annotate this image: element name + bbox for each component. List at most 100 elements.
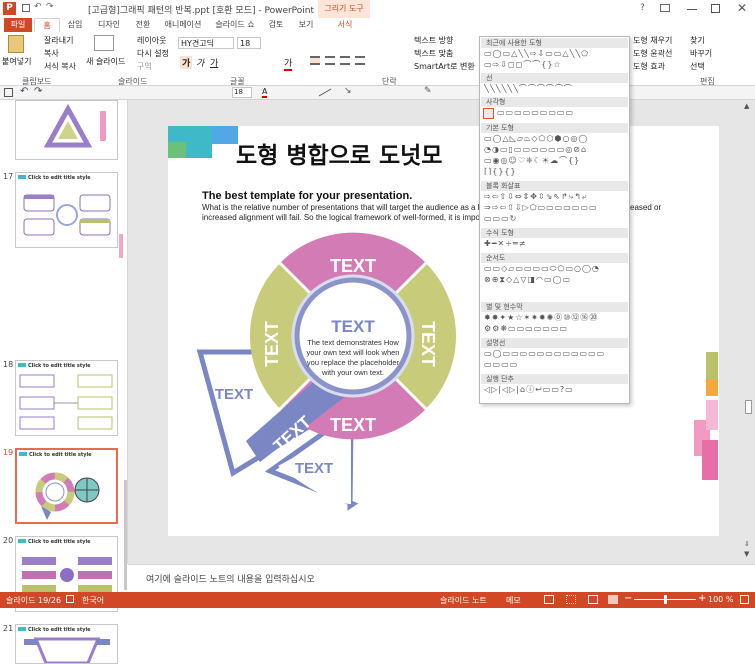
shape-row[interactable]: ▭▭▭▭▭▭▭▭▭ [497, 108, 625, 118]
format-painter-button[interactable]: 서식 복사 [44, 61, 76, 72]
slide-thumbnail-21[interactable]: Click to edit title style [15, 624, 118, 664]
slideshow-icon[interactable] [608, 595, 618, 604]
shape-fill-button[interactable]: 도형 채우기 [633, 35, 672, 46]
new-slide-icon[interactable] [94, 35, 114, 51]
shape-outline-button[interactable]: 도형 윤곽선 [633, 48, 672, 59]
normal-view-icon[interactable] [544, 595, 554, 604]
shape-row[interactable]: ▭⇨⇩◻◻⌒⌒{}☆ [484, 60, 626, 70]
tab-design[interactable]: 디자인 [94, 18, 124, 32]
replace-button[interactable]: 바꾸기 [690, 48, 712, 59]
scroll-up-icon[interactable]: ▲ [744, 102, 749, 110]
slide-thumbnail-19-selected[interactable]: Click to edit title style [15, 448, 118, 524]
tab-animations[interactable]: 애니메이션 [160, 18, 206, 32]
maximize-icon[interactable] [711, 4, 720, 13]
shapes-gallery-dropdown[interactable]: 최근에 사용한 도형 ▭◯▭△╲╲⇨⇩▭▭△╲╲⬠ ▭⇨⇩◻◻⌒⌒{}☆ 선 ╲… [479, 36, 630, 404]
slide-thumbnail-18[interactable]: Click to edit title style [15, 360, 118, 436]
tab-file[interactable]: 파일 [4, 18, 32, 32]
fit-to-window-icon[interactable] [740, 595, 749, 604]
pen-tool-icon[interactable]: ✎ [424, 86, 432, 96]
tab-view[interactable]: 보기 [294, 18, 318, 32]
align-right-icon[interactable] [340, 56, 350, 65]
shape-effects-button[interactable]: 도형 효과 [633, 61, 665, 72]
zoom-slider-thumb[interactable] [664, 595, 667, 604]
reading-view-icon[interactable] [588, 595, 598, 604]
font-color-icon[interactable]: 가 [284, 56, 293, 71]
scroll-down-icon[interactable]: ▼ [744, 550, 749, 558]
comments-toggle-button[interactable]: 메모 [506, 595, 521, 606]
shape-row[interactable]: ◁▷|◁▷|⌂ⓘ↩▭▭?▭ [484, 385, 626, 395]
notes-placeholder[interactable]: 여기에 슬라이드 노트의 내용을 입력하십시오 [146, 572, 315, 585]
shape-row[interactable]: ⇨⇦⇧⇩⇔⇕✥⇳⇘⇖↱⤷↰⤶ [484, 192, 626, 202]
align-center-icon[interactable] [325, 56, 335, 65]
close-icon[interactable]: ✕ [737, 1, 747, 15]
tab-format[interactable]: 서식 [330, 18, 360, 32]
shape-row[interactable]: ▭◯▭▭▭▭▭▭▭▭▭▭▭▭ [484, 349, 626, 359]
line-tool-icon[interactable] [318, 88, 332, 97]
shape-row[interactable]: ▭▭▭▭ [484, 360, 626, 370]
slide-canvas[interactable]: 도형 병합으로 도넛모 The best template for your p… [168, 126, 719, 536]
zoom-in-icon[interactable]: + [698, 593, 706, 604]
notes-toggle-button[interactable]: 슬라이드 노트 [440, 595, 487, 606]
font-name-box[interactable]: HY견고딕 [178, 37, 234, 49]
language-indicator[interactable]: 한국어 [82, 595, 104, 606]
layout-button[interactable]: 레이아웃 [137, 35, 166, 46]
arrow-tool-icon[interactable]: ↘ [344, 86, 352, 96]
shape-row[interactable]: ▭◯▭△╲╲⇨⇩▭▭△╲╲⬠ [484, 49, 626, 59]
shape-row[interactable]: ▭◯△◺▱⏢◇⬠⬡⬢○◎◯ [484, 134, 626, 144]
shape-row[interactable]: ▭▭▭↻ [484, 214, 626, 224]
font-color-mini-icon[interactable]: A [262, 87, 268, 98]
reset-button[interactable]: 다시 설정 [137, 48, 169, 59]
next-slide-icon[interactable]: ⇓ [744, 540, 750, 548]
align-left-icon[interactable] [310, 56, 320, 65]
shape-row[interactable]: ╲╲╲╲╲╲⌒⌒⌒⌒⌒⌒ [484, 84, 626, 94]
help-icon[interactable]: ? [640, 3, 645, 13]
align-text-button[interactable]: 텍스트 맞춤 [414, 48, 453, 59]
save-icon[interactable] [4, 88, 13, 97]
minimize-icon[interactable] [687, 9, 697, 10]
notes-pane[interactable]: 여기에 슬라이드 노트의 내용을 입력하십시오 [128, 564, 755, 592]
select-button[interactable]: 선택 [690, 61, 705, 72]
undo-icon[interactable]: ↶ [20, 86, 28, 97]
tab-transitions[interactable]: 전환 [130, 18, 156, 32]
bold-icon[interactable]: 가 [180, 56, 193, 69]
justify-icon[interactable] [355, 56, 365, 65]
shape-row[interactable]: ▭▭◇▱▭▭▭▭⬭⬠▭○◯◔ [484, 264, 626, 274]
tab-insert[interactable]: 삽입 [62, 18, 88, 32]
shape-row[interactable]: ⚙⚙❋▭▭▭▭▭▭▭ [484, 324, 626, 334]
italic-icon[interactable]: 가 [196, 56, 204, 69]
paste-button[interactable]: 붙여넣기 [2, 56, 31, 67]
underline-icon[interactable]: 가 [210, 56, 218, 69]
thumbnails-scrollbar[interactable] [124, 480, 127, 590]
ribbon-display-icon[interactable] [660, 4, 670, 12]
tab-review[interactable]: 검토 [264, 18, 288, 32]
slide-thumbnail-16[interactable] [15, 100, 118, 160]
copy-button[interactable]: 복사 [44, 48, 59, 59]
font-size-box[interactable]: 18 [237, 37, 261, 49]
spell-check-icon[interactable] [66, 595, 74, 603]
section-button[interactable]: 구역 [137, 61, 152, 72]
smartart-button[interactable]: SmartArt로 변환 [414, 61, 475, 72]
paste-icon[interactable] [8, 35, 24, 53]
tab-slideshow[interactable]: 슬라이드 쇼 [212, 18, 258, 32]
shape-row[interactable]: ✸✸✦★☆✶✷✹✺⓪⑩⑫⑯⑳ [484, 313, 626, 323]
slide-thumbnail-17[interactable]: Click to edit title style [15, 172, 118, 248]
shape-row[interactable]: ✚━✕÷═≠ [484, 239, 626, 249]
shape-row[interactable]: ▭◉◎☺♡❈☾☀☁⌒{} [484, 156, 626, 166]
shape-row[interactable]: ◔◑▭▯▭▭▭▭▭▭◎⊘⌂ [484, 145, 626, 155]
cut-button[interactable]: 잘라내기 [44, 35, 73, 46]
slide-sorter-icon[interactable] [566, 595, 576, 604]
shape-row[interactable]: ⇒⇨⇦⇧⇩▷⬠▭▭▭▭▭▭▭ [484, 203, 626, 213]
tab-home[interactable]: 홈 [34, 18, 60, 32]
shape-row[interactable]: ⌈⌉{}{} [484, 167, 626, 177]
qat-redo-icon[interactable]: ↷ [46, 2, 54, 12]
qat-save-icon[interactable] [22, 4, 30, 12]
zoom-out-icon[interactable]: − [624, 593, 632, 604]
rectangle-shape-selected[interactable] [483, 108, 494, 119]
qat-undo-icon[interactable]: ↶ [34, 2, 42, 12]
editor-scrollbar-thumb[interactable] [745, 400, 752, 414]
zoom-level[interactable]: 100 % [708, 595, 733, 604]
font-size-mini-box[interactable]: 18 [232, 87, 252, 98]
redo-icon[interactable]: ↷ [34, 86, 42, 97]
text-direction-button[interactable]: 텍스트 방향 [414, 35, 453, 46]
new-slide-button[interactable]: 새 슬라이드 [86, 56, 125, 67]
